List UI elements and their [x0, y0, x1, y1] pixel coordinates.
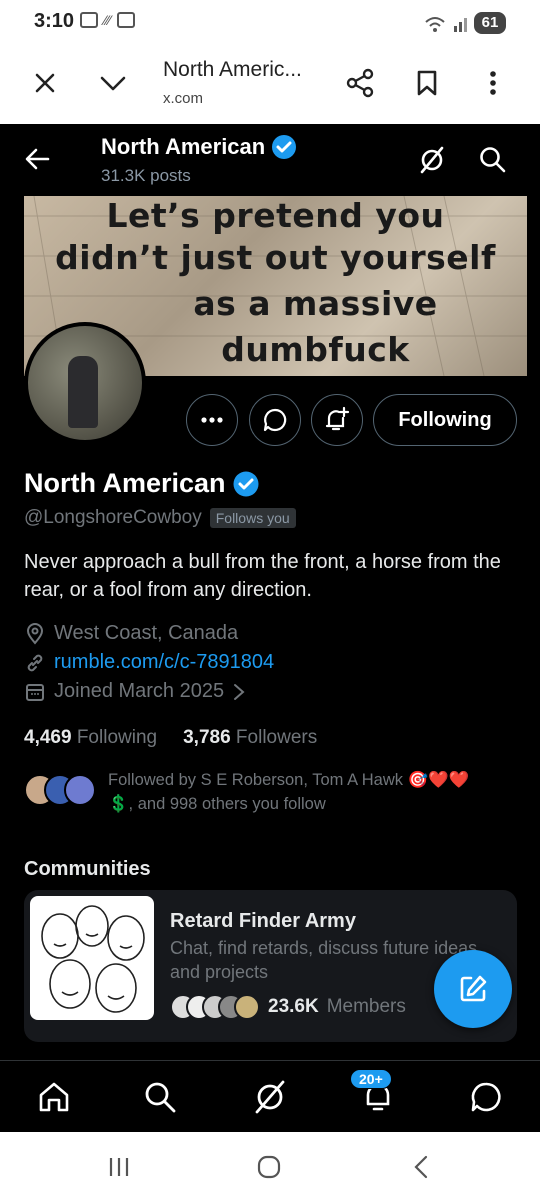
community-description: Chat, find retards, discuss future ideas… [170, 938, 478, 982]
grok-icon[interactable] [418, 146, 446, 174]
profile-bio: Never approach a bull from the front, a … [24, 551, 501, 601]
bookmark-icon[interactable] [410, 66, 444, 100]
following-stat[interactable]: 4,469 Following [24, 727, 157, 749]
following-button[interactable]: Following [373, 394, 517, 446]
calendar-icon [26, 683, 44, 701]
profile-location: West Coast, Canada [54, 622, 239, 644]
member-avatars [170, 994, 260, 1020]
community-member-count: 23.6K [268, 996, 319, 1017]
avatar-silhouette [68, 356, 98, 428]
system-nav-bar [0, 1132, 540, 1200]
followed-by-text: Followed by S E Roberson, Tom A Hawk 🎯❤️… [108, 768, 528, 816]
verified-badge-icon [272, 135, 297, 159]
compose-icon [460, 975, 487, 1002]
browser-page-title: North Americ... [163, 58, 302, 81]
communities-heading: Communities [24, 858, 151, 880]
followed-by-avatars [24, 774, 104, 808]
notification-count-badge: 20+ [350, 1069, 392, 1089]
community-thumbnail [30, 896, 154, 1020]
calendar-icon [117, 12, 136, 28]
battery-indicator: 61 [474, 12, 506, 34]
community-thumbnail-art [41, 905, 145, 1013]
status-bar: 3:10 ⁄⁄⁄ 61 [0, 0, 540, 46]
avatar [64, 774, 96, 806]
profile-handle: @LongshoreCowboy [24, 507, 202, 528]
profile-name: North American [24, 468, 260, 499]
community-members: 23.6K Members [170, 994, 406, 1020]
profile-handle-row: @LongshoreCowboy Follows you [24, 507, 296, 529]
message-bubble-icon [471, 1082, 501, 1112]
followed-by-line-2: 💲, and 998 others you follow [108, 795, 326, 813]
home-button-icon[interactable] [254, 1152, 284, 1182]
screenshot-icon [80, 12, 98, 28]
tab-messages[interactable] [464, 1075, 508, 1119]
website-row: rumble.com/c/c-7891804 [24, 651, 274, 674]
back-icon[interactable] [406, 1152, 436, 1182]
follow-stats: 4,469 Following 3,786 Followers [24, 727, 317, 749]
x-profile-page: North American 31.3K posts Let’s pretend… [0, 124, 540, 1132]
location-row: West Coast, Canada [24, 622, 238, 645]
recent-apps-icon[interactable] [104, 1152, 134, 1182]
header-name-text: North American [101, 134, 266, 159]
tab-grok[interactable] [248, 1075, 292, 1119]
grok-icon [255, 1080, 285, 1114]
search-icon [145, 1082, 176, 1113]
tab-home[interactable] [32, 1075, 76, 1119]
back-arrow-icon[interactable] [24, 146, 50, 172]
banner-text-line-1: Let’s pretend you [106, 196, 445, 235]
followers-count: 3,786 [183, 727, 231, 748]
verified-badge-icon [233, 471, 259, 496]
message-bubble-icon [263, 408, 287, 432]
browser-toolbar: North Americ... x.com [0, 46, 540, 124]
followed-by-row[interactable]: Followed by S E Roberson, Tom A Hawk 🎯❤️… [24, 768, 520, 816]
profile-avatar[interactable] [24, 322, 146, 444]
followed-by-line-1: Followed by S E Roberson, Tom A Hawk 🎯❤️… [108, 771, 470, 789]
compose-post-button[interactable] [434, 950, 512, 1028]
more-options-button[interactable] [186, 394, 238, 446]
tab-search[interactable] [138, 1075, 182, 1119]
more-horizontal-icon [201, 417, 223, 423]
location-pin-icon [26, 622, 44, 645]
chevron-right-icon [234, 683, 245, 700]
profile-name-text: North American [24, 468, 226, 498]
header-name: North American [101, 134, 297, 160]
followers-stat[interactable]: 3,786 Followers [183, 727, 317, 749]
browser-url[interactable]: x.com [163, 90, 203, 107]
status-icons: ⁄⁄⁄ [80, 12, 136, 28]
profile-header-bar: North American 31.3K posts [0, 124, 540, 196]
following-label: Following [76, 727, 158, 748]
status-time: 3:10 [34, 10, 75, 32]
bell-plus-icon [325, 406, 350, 431]
wifi-signal-icon [425, 17, 467, 32]
banner-text-line-2: didn’t just out yourself [55, 238, 496, 277]
nfc-icon: ⁄⁄⁄ [104, 12, 112, 28]
chevron-down-icon[interactable] [96, 66, 130, 100]
notify-button[interactable] [311, 394, 363, 446]
message-button[interactable] [249, 394, 301, 446]
joined-row[interactable]: Joined March 2025 [24, 680, 246, 703]
search-icon[interactable] [479, 146, 507, 174]
banner-text-line-3: as a massive [193, 284, 438, 323]
community-member-label: Members [326, 996, 406, 1017]
following-count: 4,469 [24, 727, 72, 748]
community-name: Retard Finder Army [170, 910, 356, 932]
link-icon [27, 654, 43, 671]
close-icon[interactable] [28, 66, 62, 100]
home-icon [39, 1082, 69, 1112]
profile-website-link[interactable]: rumble.com/c/c-7891804 [54, 651, 274, 674]
post-count: 31.3K posts [101, 166, 191, 185]
profile-joined-date: Joined March 2025 [54, 680, 225, 702]
more-vertical-icon[interactable] [476, 66, 510, 100]
follows-you-badge: Follows you [209, 508, 296, 528]
share-icon[interactable] [344, 66, 378, 100]
followers-label: Followers [235, 727, 318, 748]
bottom-tab-bar: 20+ [0, 1060, 540, 1132]
avatar [234, 994, 260, 1020]
